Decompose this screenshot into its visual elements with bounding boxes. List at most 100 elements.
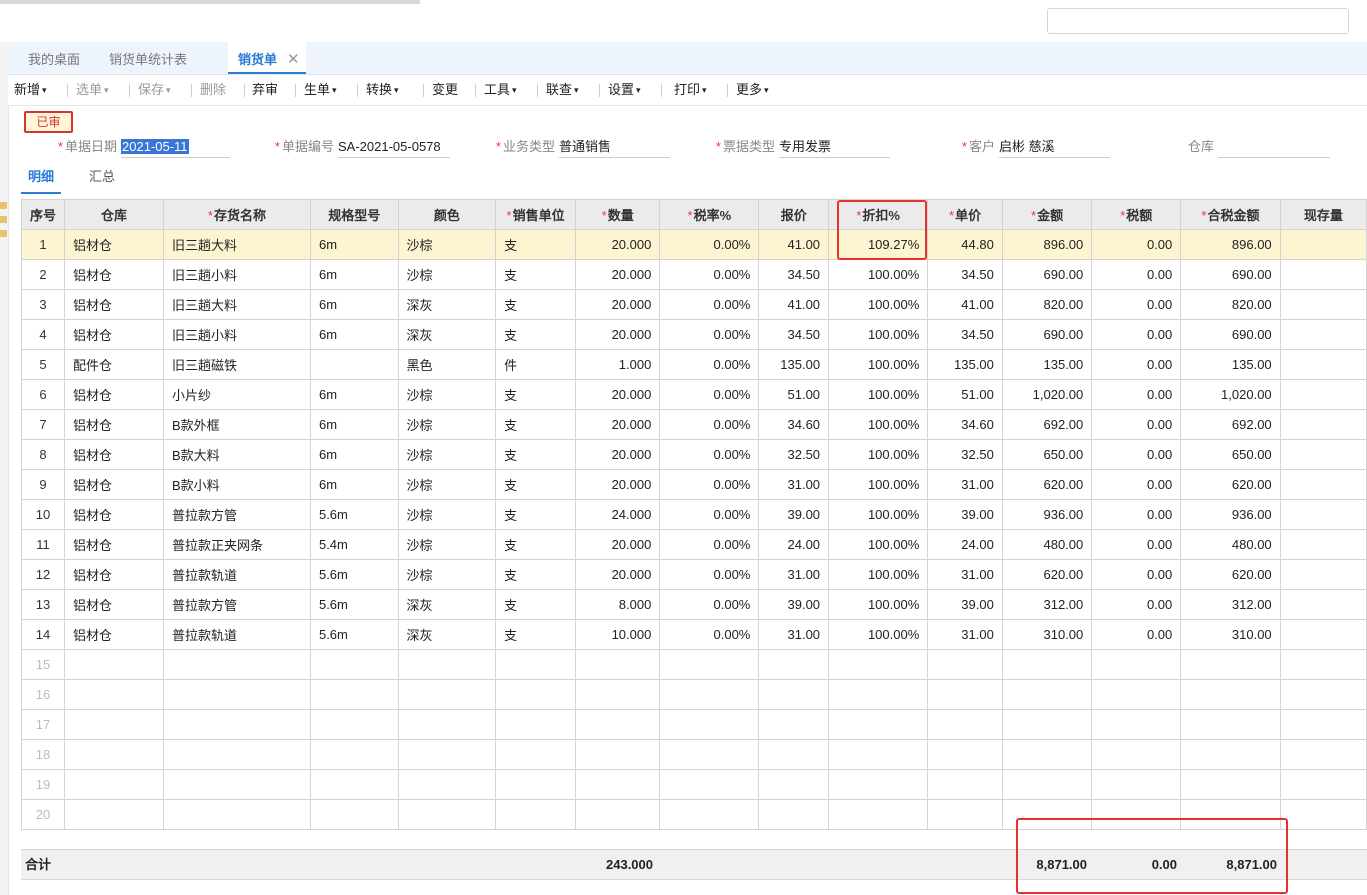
table-cell[interactable]: [758, 739, 830, 770]
table-cell[interactable]: 6m: [309, 229, 399, 260]
table-cell[interactable]: 51.00: [758, 379, 830, 410]
column-header[interactable]: *数量: [575, 199, 661, 230]
table-cell[interactable]: 小片纱: [162, 379, 311, 410]
table-cell[interactable]: [397, 649, 497, 680]
table-cell[interactable]: 312.00: [1001, 589, 1093, 620]
table-cell[interactable]: [64, 769, 164, 800]
table-cell[interactable]: 0.00: [1091, 499, 1182, 530]
table-cell[interactable]: B款小料: [162, 469, 311, 500]
table-cell[interactable]: 支: [495, 409, 577, 440]
table-cell[interactable]: 100.00%: [828, 289, 929, 320]
toolbar-convert-button[interactable]: 转换 ▾: [366, 75, 399, 105]
table-cell[interactable]: 12: [20, 559, 66, 590]
table-row[interactable]: 6 铝材仓 小片纱 6m 沙棕支 20.000 0.00% 51.00 100.00% 51.00…: [20, 379, 1367, 410]
warehouse-value[interactable]: [1218, 136, 1330, 158]
table-cell[interactable]: [495, 739, 577, 770]
table-cell[interactable]: 15: [20, 649, 66, 680]
table-cell[interactable]: 0.00%: [659, 319, 760, 350]
table-cell[interactable]: 0.00%: [659, 499, 760, 530]
table-cell[interactable]: [495, 649, 577, 680]
table-cell[interactable]: 32.50: [927, 439, 1003, 470]
table-cell[interactable]: 0.00: [1091, 559, 1182, 590]
table-cell[interactable]: [1279, 739, 1367, 770]
table-cell[interactable]: 100.00%: [828, 529, 929, 560]
table-cell[interactable]: [1279, 229, 1367, 260]
table-cell[interactable]: 31.00: [927, 619, 1003, 650]
table-cell[interactable]: 690.00: [1001, 259, 1093, 290]
table-cell[interactable]: 20.000: [575, 379, 661, 410]
table-cell[interactable]: [1279, 259, 1367, 290]
table-row[interactable]: 2 铝材仓 旧三趟小料 6m 沙棕支 20.000 0.00% 34.50 100.00% 34.…: [20, 259, 1367, 290]
table-cell[interactable]: [575, 649, 661, 680]
table-cell[interactable]: [1279, 679, 1367, 710]
table-cell[interactable]: 沙棕: [397, 229, 497, 260]
table-cell[interactable]: [495, 709, 577, 740]
table-cell[interactable]: 支: [495, 259, 577, 290]
table-cell[interactable]: 支: [495, 499, 577, 530]
toolbar-link-button[interactable]: 联查 ▾: [546, 75, 579, 105]
table-cell[interactable]: [64, 649, 164, 680]
table-cell[interactable]: 310.00: [1180, 619, 1281, 650]
table-cell[interactable]: [162, 649, 311, 680]
table-cell[interactable]: 沙棕: [397, 559, 497, 590]
table-cell[interactable]: 10: [20, 499, 66, 530]
tab-my-desktop[interactable]: 我的桌面: [28, 42, 80, 74]
table-cell[interactable]: 32.50: [758, 439, 830, 470]
table-cell[interactable]: 14: [20, 619, 66, 650]
table-cell[interactable]: 5.6m: [309, 619, 399, 650]
table-cell[interactable]: 0.00%: [659, 589, 760, 620]
toolbar-print-button[interactable]: 打印 ▾: [674, 75, 707, 105]
table-cell[interactable]: 51.00: [927, 379, 1003, 410]
table-cell[interactable]: [162, 739, 311, 770]
table-cell[interactable]: 3: [20, 289, 66, 320]
table-cell[interactable]: 20: [20, 799, 66, 830]
table-cell[interactable]: [659, 739, 760, 770]
table-cell[interactable]: 支: [495, 469, 577, 500]
table-cell[interactable]: [1279, 619, 1367, 650]
table-cell[interactable]: 1: [20, 229, 66, 260]
table-cell[interactable]: 692.00: [1001, 409, 1093, 440]
table-cell[interactable]: 19: [20, 769, 66, 800]
table-cell[interactable]: [1279, 469, 1367, 500]
table-cell[interactable]: 黑色: [397, 349, 497, 380]
table-cell[interactable]: [495, 679, 577, 710]
business-type-field[interactable]: * 业务类型 普通销售: [496, 136, 670, 158]
table-cell[interactable]: [659, 799, 760, 830]
table-row[interactable]: 14 铝材仓 普拉款轨道 5.6m 深灰支 10.000 0.00% 31.00 100.00%…: [20, 619, 1367, 650]
table-cell[interactable]: 650.00: [1180, 439, 1281, 470]
column-header[interactable]: 规格型号: [309, 199, 399, 230]
table-cell[interactable]: 44.80: [927, 229, 1003, 260]
table-cell[interactable]: 沙棕: [397, 409, 497, 440]
table-row[interactable]: 13 铝材仓 普拉款方管 5.6m 深灰支 8.000 0.00% 39.00 100.00% 3…: [20, 589, 1367, 620]
table-cell[interactable]: 0.00%: [659, 409, 760, 440]
table-cell[interactable]: 铝材仓: [64, 289, 164, 320]
table-cell[interactable]: [495, 769, 577, 800]
table-cell[interactable]: 普拉款正夹网条: [162, 529, 311, 560]
table-row[interactable]: 17: [20, 709, 1367, 740]
table-cell[interactable]: [1091, 649, 1182, 680]
table-cell[interactable]: [758, 799, 830, 830]
table-cell[interactable]: 0.00%: [659, 559, 760, 590]
table-cell[interactable]: [64, 739, 164, 770]
table-cell[interactable]: [1001, 709, 1093, 740]
toolbar-change-button[interactable]: 变更: [432, 75, 458, 105]
table-cell[interactable]: 31.00: [758, 619, 830, 650]
table-cell[interactable]: [659, 769, 760, 800]
table-cell[interactable]: 0.00: [1091, 439, 1182, 470]
customer-value[interactable]: 启彬 慈溪: [999, 136, 1110, 158]
table-cell[interactable]: [575, 769, 661, 800]
table-cell[interactable]: 沙棕: [397, 529, 497, 560]
table-cell[interactable]: 6m: [309, 439, 399, 470]
table-cell[interactable]: 34.50: [927, 319, 1003, 350]
table-row[interactable]: 11 铝材仓 普拉款正夹网条 5.4m 沙棕支 20.000 0.00% 24.00 100.0…: [20, 529, 1367, 560]
table-cell[interactable]: [927, 769, 1003, 800]
table-cell[interactable]: [309, 739, 399, 770]
column-header[interactable]: 报价: [758, 199, 830, 230]
table-cell[interactable]: 沙棕: [397, 379, 497, 410]
table-cell[interactable]: 20.000: [575, 229, 661, 260]
table-cell[interactable]: [927, 799, 1003, 830]
table-cell[interactable]: 旧三趟小料: [162, 259, 311, 290]
number-field[interactable]: * 单据编号 SA-2021-05-0578: [275, 136, 450, 158]
table-cell[interactable]: 310.00: [1001, 619, 1093, 650]
table-cell[interactable]: [1279, 799, 1367, 830]
